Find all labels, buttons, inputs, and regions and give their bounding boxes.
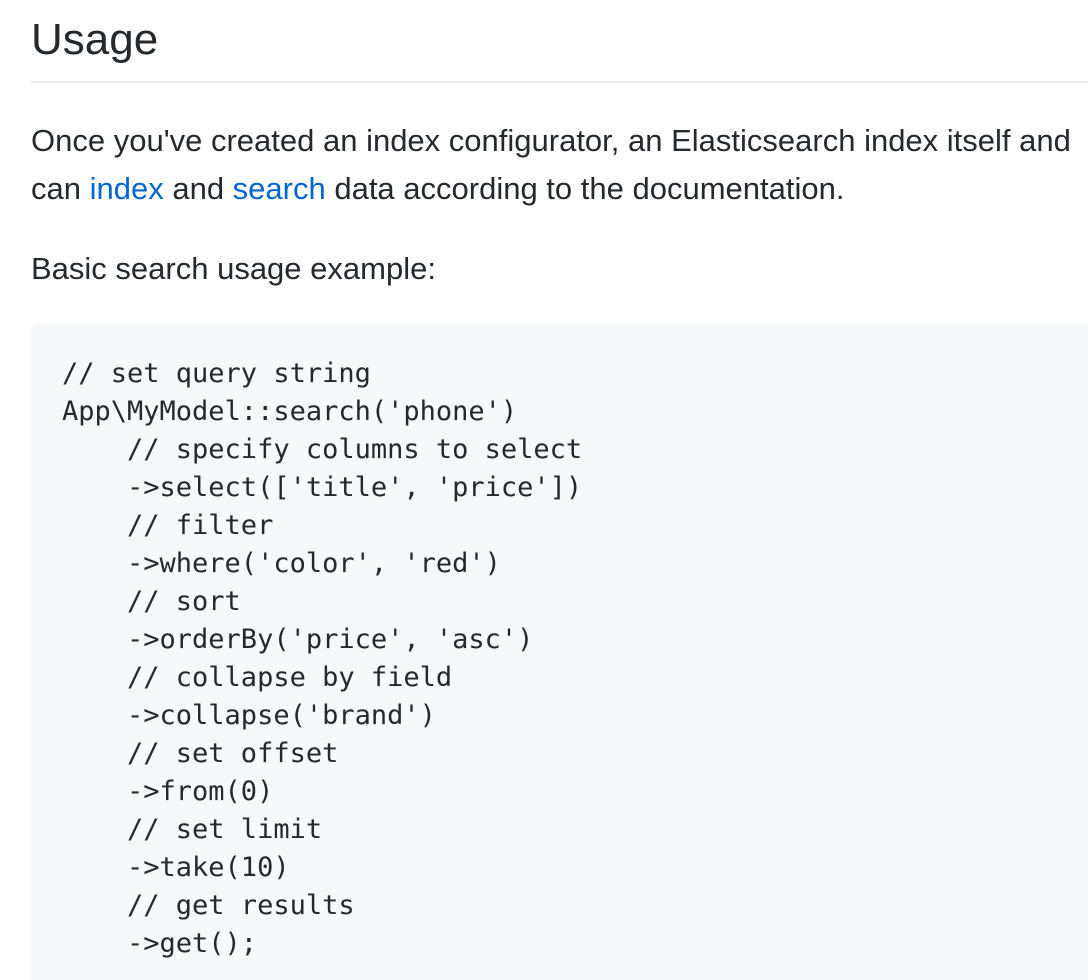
code-line: // filter <box>62 510 274 541</box>
intro-and-text: and <box>163 171 233 206</box>
example-label: Basic search usage example: <box>31 251 436 286</box>
code-line: ->take(10) <box>62 852 290 883</box>
code-line: // specify columns to select <box>62 434 583 465</box>
index-link[interactable]: index <box>90 171 164 206</box>
code-line: // set limit <box>62 814 323 845</box>
code-line: ->from(0) <box>62 776 274 807</box>
code-line: App\MyModel::search('phone') <box>62 396 518 427</box>
code-line: ->orderBy('price', 'asc') <box>62 624 534 655</box>
code-content: // set query stringApp\MyModel::search('… <box>62 355 582 963</box>
heading-divider <box>31 81 1088 83</box>
intro-line-1: Once you've created an index configurato… <box>31 123 1071 158</box>
code-line: ->select(['title', 'price']) <box>62 472 583 503</box>
code-line: // get results <box>62 890 355 921</box>
code-line: ->where('color', 'red') <box>62 548 501 579</box>
search-link[interactable]: search <box>233 171 326 206</box>
code-line: ->get(); <box>62 928 258 959</box>
code-line: // set query string <box>62 358 371 389</box>
code-line: ->collapse('brand') <box>62 700 436 731</box>
intro-paragraph: Once you've created an index configurato… <box>31 117 1071 213</box>
section-heading: Usage <box>31 15 159 64</box>
code-block: // set query stringApp\MyModel::search('… <box>31 324 1088 980</box>
code-line: // sort <box>62 586 241 617</box>
intro-line-2-prefix: can <box>31 171 90 206</box>
intro-line-2-suffix: data according to the documentation. <box>325 171 845 206</box>
code-line: // collapse by field <box>62 662 453 693</box>
code-line: // set offset <box>62 738 339 769</box>
